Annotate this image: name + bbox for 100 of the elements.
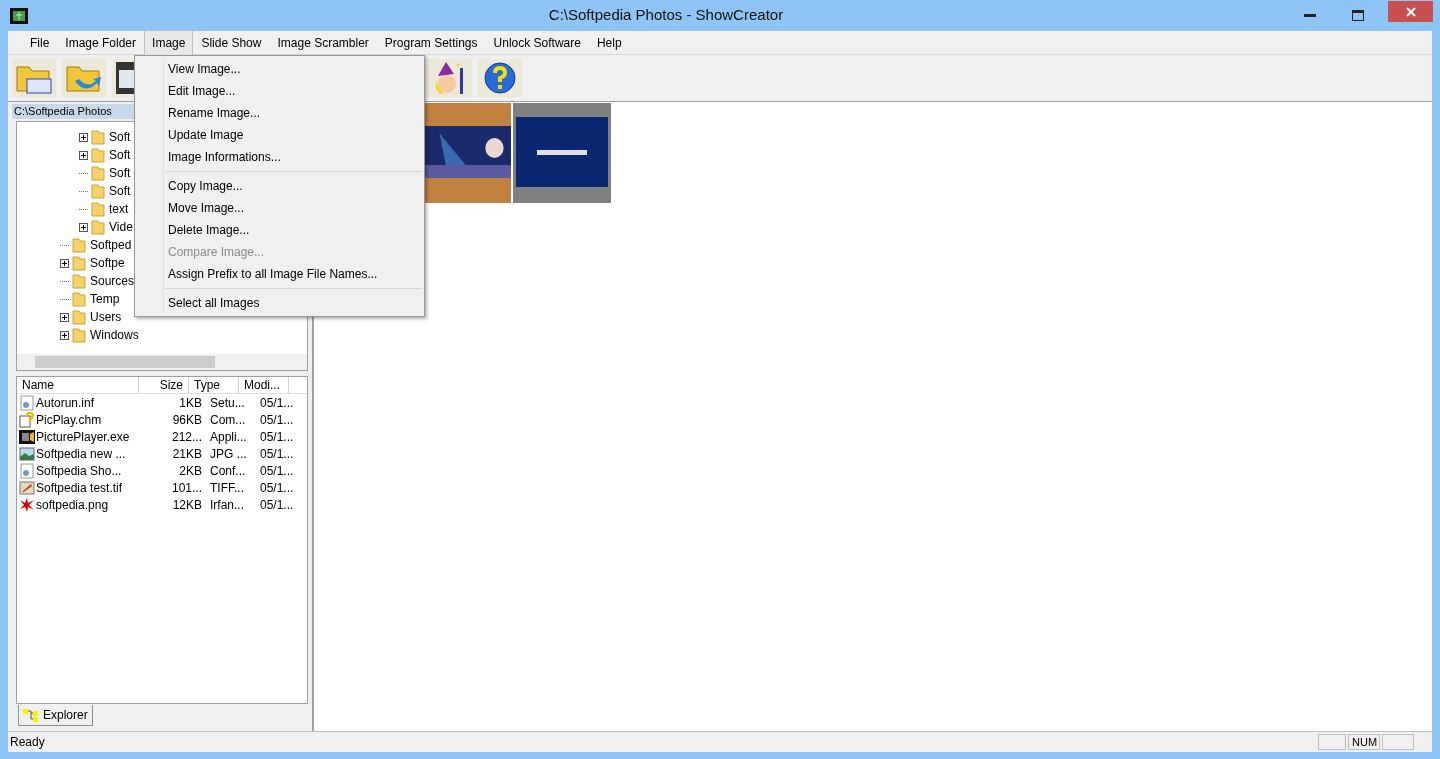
folder-icon bbox=[90, 219, 106, 235]
tree-item[interactable]: Vide bbox=[108, 218, 134, 236]
folder-icon bbox=[71, 237, 87, 253]
menu-item[interactable]: Help bbox=[588, 29, 630, 56]
new-folder-button[interactable] bbox=[12, 59, 56, 97]
menu-item[interactable]: Image Folder bbox=[57, 29, 145, 56]
table-cell-text: 21KB bbox=[171, 445, 203, 463]
menu-item[interactable]: Image Scrambler bbox=[269, 29, 377, 56]
close-icon bbox=[1405, 6, 1416, 17]
table-cell-text: 05/1... bbox=[259, 462, 295, 480]
table-cell-text: Setu... bbox=[209, 394, 246, 412]
column-header[interactable]: Name bbox=[17, 377, 139, 393]
tree-item[interactable]: Soft bbox=[108, 164, 132, 182]
expand-icon[interactable] bbox=[79, 132, 88, 142]
table-cell-text: Appli... bbox=[209, 428, 248, 446]
table-cell-text: Conf... bbox=[209, 462, 247, 480]
column-header[interactable]: Type bbox=[189, 377, 239, 393]
tree-item[interactable]: Temp bbox=[89, 290, 121, 308]
close-button[interactable] bbox=[1388, 1, 1433, 22]
menu-item[interactable]: File bbox=[22, 29, 58, 56]
tree-item[interactable]: Windows bbox=[89, 326, 140, 344]
app-icon bbox=[10, 7, 28, 24]
folder-icon bbox=[71, 273, 87, 289]
open-folder-button[interactable] bbox=[62, 59, 106, 97]
explorer-tab[interactable]: Explorer bbox=[18, 705, 93, 726]
folder-icon bbox=[90, 129, 106, 145]
splash-icon bbox=[19, 496, 35, 513]
menu-option[interactable]: Copy Image... bbox=[135, 175, 424, 197]
expand-icon[interactable] bbox=[79, 150, 88, 160]
table-cell-text: 212... bbox=[170, 428, 203, 446]
folder-icon bbox=[71, 309, 87, 325]
table-cell-text: 05/1... bbox=[259, 428, 295, 446]
landscape-file-icon bbox=[19, 445, 35, 462]
table-cell-text: Softpedia new ... bbox=[36, 445, 127, 463]
table-cell-text: Irfan... bbox=[209, 496, 245, 514]
tree-item[interactable]: Soft bbox=[108, 128, 132, 146]
tree-item[interactable]: text bbox=[108, 200, 130, 218]
tree-item[interactable]: Soft bbox=[108, 182, 132, 200]
menu-option[interactable]: Edit Image... bbox=[135, 80, 424, 102]
minimize-icon[interactable] bbox=[1304, 13, 1316, 18]
menu-option[interactable]: Update Image bbox=[135, 124, 424, 146]
menu-option[interactable]: Delete Image... bbox=[135, 219, 424, 241]
wizard-button[interactable] bbox=[428, 59, 472, 97]
column-header[interactable]: Size bbox=[139, 377, 189, 393]
table-cell-text: 96KB bbox=[171, 411, 203, 429]
tree-item[interactable]: Softped bbox=[89, 236, 133, 254]
painting-file-icon bbox=[19, 479, 35, 496]
folder-icon bbox=[90, 183, 106, 199]
menu-option[interactable]: Assign Prefix to all Image File Names... bbox=[135, 263, 424, 285]
table-cell-text: Softpedia Sho... bbox=[36, 462, 123, 480]
folder-icon bbox=[71, 255, 87, 271]
status-indicator: NUM bbox=[1348, 734, 1380, 750]
window-title: C:\Softpedia Photos - ShowCreator bbox=[547, 5, 785, 26]
expand-icon[interactable] bbox=[79, 222, 88, 232]
question-file-icon bbox=[19, 411, 35, 428]
table-cell-text: 101... bbox=[170, 479, 203, 497]
tree-item[interactable]: Users bbox=[89, 308, 123, 326]
menu-option[interactable]: Move Image... bbox=[135, 197, 424, 219]
table-cell-text: 2KB bbox=[178, 462, 203, 480]
tree-item[interactable]: Sources bbox=[89, 272, 136, 290]
menu-item[interactable]: Slide Show bbox=[193, 29, 270, 56]
folder-icon bbox=[90, 201, 106, 217]
menu-item[interactable]: Image bbox=[144, 29, 194, 56]
film-icon bbox=[19, 428, 35, 445]
table-cell-text: softpedia.png bbox=[36, 496, 110, 514]
gear-file-icon bbox=[19, 462, 35, 479]
tree-item[interactable]: Softpe bbox=[89, 254, 126, 272]
table-cell-text: 05/1... bbox=[259, 411, 295, 429]
table-cell-text: 1KB bbox=[178, 394, 203, 412]
table-cell-text: Softpedia test.tif bbox=[36, 479, 124, 497]
folder-icon bbox=[71, 327, 87, 343]
status-text: Ready bbox=[9, 734, 46, 751]
menu-option[interactable]: View Image... bbox=[135, 58, 424, 80]
table-cell-text: 05/1... bbox=[259, 479, 295, 497]
status-panel bbox=[1318, 734, 1346, 750]
table-cell-text: Autorun.inf bbox=[36, 394, 96, 412]
menu-item[interactable]: Program Settings bbox=[376, 29, 486, 56]
maximize-icon[interactable] bbox=[1352, 10, 1364, 21]
help-icon bbox=[483, 61, 517, 95]
table-cell-text: Com... bbox=[209, 411, 247, 429]
expand-icon[interactable] bbox=[60, 330, 69, 340]
table-cell-text: 05/1... bbox=[259, 445, 295, 463]
table-cell-text: 05/1... bbox=[259, 496, 295, 514]
gear-file-icon bbox=[19, 394, 35, 411]
status-panel bbox=[1382, 734, 1414, 750]
menu-item[interactable]: Unlock Software bbox=[485, 29, 589, 56]
table-cell-text: 12KB bbox=[171, 496, 203, 514]
expand-icon[interactable] bbox=[60, 312, 69, 322]
horizontal-scrollbar[interactable] bbox=[17, 354, 307, 370]
tree-item[interactable]: Soft bbox=[108, 146, 132, 164]
tree-nodes-icon bbox=[23, 708, 39, 722]
folder-icon bbox=[90, 147, 106, 163]
expand-icon[interactable] bbox=[60, 258, 69, 268]
table-cell-text: 05/1... bbox=[259, 394, 295, 412]
floppy-icon bbox=[116, 62, 134, 94]
menu-option[interactable]: Select all Images bbox=[135, 292, 424, 314]
menu-option[interactable]: Image Informations... bbox=[135, 146, 424, 168]
help-button[interactable] bbox=[478, 59, 522, 97]
table-cell-text: JPG ... bbox=[209, 445, 248, 463]
column-header[interactable]: Modi... bbox=[239, 377, 289, 393]
